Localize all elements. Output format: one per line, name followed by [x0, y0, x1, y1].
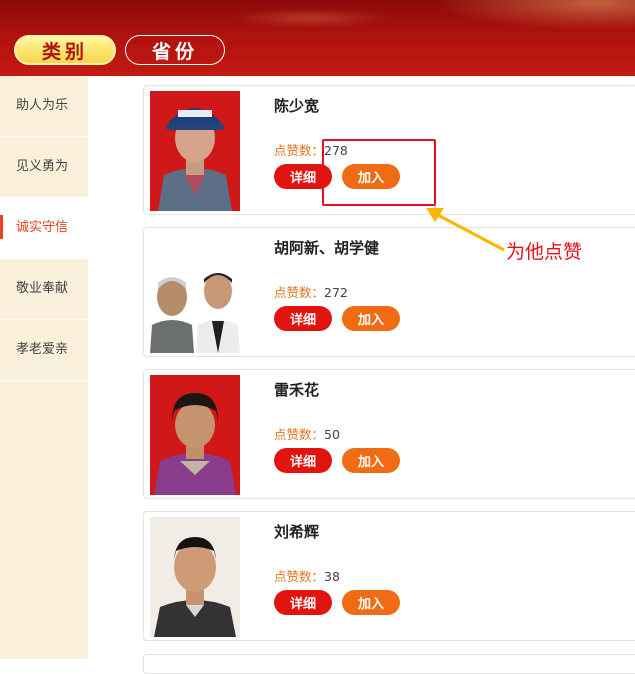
- sidebar-item-label: 孝老爱亲: [16, 342, 69, 357]
- annotation-callout-text: 为他点赞: [506, 241, 583, 263]
- annotation-arrow-icon: [426, 208, 505, 252]
- candidate-name: 刘希辉: [274, 523, 320, 541]
- join-button[interactable]: 加入: [342, 448, 400, 473]
- candidate-name: 胡阿新、胡学健: [274, 239, 380, 257]
- likes-count: 点赞数：272: [274, 282, 348, 301]
- candidate-card: 刘希辉 点赞数：38 详细 加入: [143, 511, 635, 641]
- detail-button[interactable]: 详细: [274, 590, 332, 615]
- likes-label: 点赞数：: [274, 285, 325, 300]
- sidebar-item-bravery[interactable]: 见义勇为: [0, 137, 88, 198]
- candidate-photo: [150, 375, 240, 495]
- likes-label: 点赞数：: [274, 143, 325, 158]
- category-sidebar: 助人为乐 见义勇为 诚实守信 敬业奉献 孝老爱亲: [0, 76, 88, 659]
- sidebar-item-label: 见义勇为: [16, 159, 69, 174]
- tab-category[interactable]: 类别: [14, 35, 116, 65]
- candidate-photo: [150, 517, 240, 637]
- header-glow-decoration: [230, 8, 390, 28]
- candidate-photo: [150, 91, 240, 211]
- likes-label: 点赞数：: [274, 569, 325, 584]
- detail-button[interactable]: 详细: [274, 448, 332, 473]
- likes-count: 点赞数：38: [274, 566, 340, 585]
- sidebar-item-label: 助人为乐: [16, 98, 69, 113]
- sidebar-item-label: 敬业奉献: [16, 281, 69, 296]
- likes-count: 点赞数：50: [274, 424, 340, 443]
- sidebar-item-dedication[interactable]: 敬业奉献: [0, 259, 88, 320]
- candidate-name: 雷禾花: [274, 381, 320, 399]
- sidebar-item-honesty[interactable]: 诚实守信: [0, 198, 88, 259]
- likes-value: 38: [324, 569, 340, 584]
- join-button[interactable]: 加入: [342, 590, 400, 615]
- likes-value: 272: [324, 285, 348, 300]
- sidebar-item-label: 诚实守信: [16, 220, 69, 235]
- active-indicator: [0, 215, 3, 239]
- candidate-card: 雷禾花 点赞数：50 详细 加入: [143, 369, 635, 499]
- candidate-name: 陈少宽: [274, 97, 320, 115]
- annotation-highlight-box: [322, 139, 436, 206]
- likes-label: 点赞数：: [274, 427, 325, 442]
- likes-value: 50: [324, 427, 340, 442]
- join-button[interactable]: 加入: [342, 306, 400, 331]
- sidebar-item-filial-piety[interactable]: 孝老爱亲: [0, 320, 88, 381]
- sidebar-item-helping-others[interactable]: 助人为乐: [0, 76, 88, 137]
- tab-province[interactable]: 省份: [125, 35, 225, 65]
- candidate-card-partial: [143, 654, 635, 674]
- detail-button[interactable]: 详细: [274, 306, 332, 331]
- candidate-photo: [150, 233, 240, 353]
- header-sparkle-decoration: [435, 0, 635, 30]
- header-banner: 类别 省份: [0, 0, 635, 76]
